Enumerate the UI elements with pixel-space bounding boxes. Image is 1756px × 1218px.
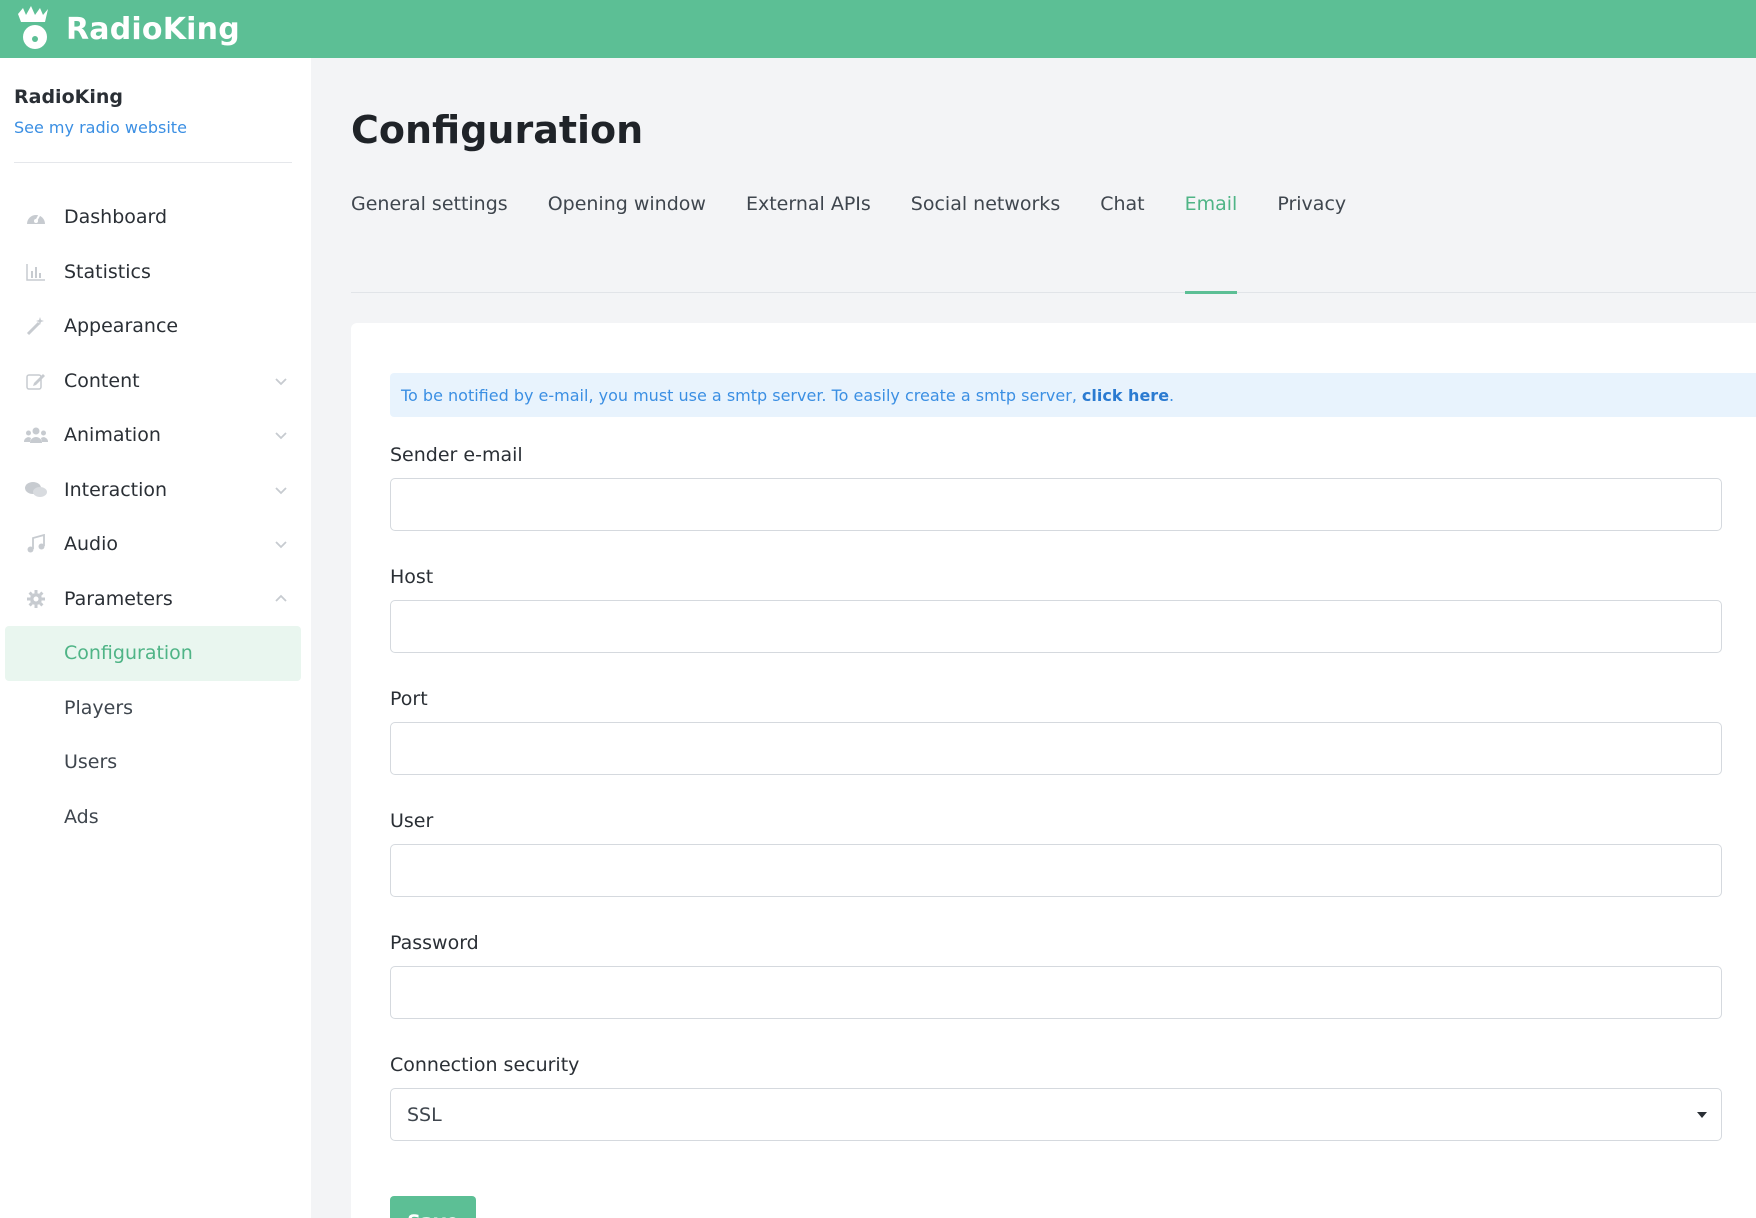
sidebar-nav: Dashboard Statistics Appearance Content (0, 190, 311, 844)
people-icon (24, 423, 48, 447)
click-here-link[interactable]: click here (1082, 386, 1169, 405)
tab-social-networks[interactable]: Social networks (911, 192, 1060, 293)
tab-chat[interactable]: Chat (1100, 192, 1144, 293)
chevron-up-icon (275, 594, 287, 602)
chart-icon (24, 260, 48, 284)
tab-general-settings[interactable]: General settings (351, 192, 508, 293)
chat-icon (24, 478, 48, 502)
host-label: Host (390, 566, 434, 588)
magic-wand-icon (24, 314, 48, 338)
sidebar-subitem-users[interactable]: Users (0, 735, 311, 790)
see-radio-website-link[interactable]: See my radio website (14, 118, 187, 137)
radioking-logo-icon[interactable] (14, 4, 54, 54)
chevron-down-icon (275, 378, 287, 386)
connection-security-label: Connection security (390, 1054, 580, 1076)
sender-email-input[interactable] (390, 478, 1722, 531)
tab-label: General settings (351, 193, 508, 215)
tab-label: Social networks (910, 193, 1061, 215)
chevron-down-icon (275, 487, 287, 495)
caret-down-icon (1697, 1111, 1707, 1118)
sidebar-item-content[interactable]: Content (0, 354, 311, 409)
select-value: SSL (407, 1103, 442, 1126)
smtp-notice: To be notified by e-mail, you must use a… (390, 373, 1756, 417)
port-label: Port (390, 688, 428, 710)
user-input[interactable] (390, 844, 1722, 897)
connection-security-select[interactable]: SSL (390, 1088, 1722, 1141)
tab-label: Opening window (547, 193, 706, 215)
sender-email-label: Sender e-mail (390, 444, 523, 466)
password-label: Password (390, 932, 479, 954)
tab-email[interactable]: Email (1184, 192, 1238, 294)
sidebar-item-label: Statistics (64, 260, 151, 283)
user-label: User (390, 810, 434, 832)
top-bar: RadioKing (0, 0, 1756, 58)
config-tabs: General settings Opening window External… (351, 192, 1756, 294)
password-input[interactable] (390, 966, 1722, 1019)
sidebar-item-label: Interaction (64, 478, 168, 501)
page-title: Configuration (351, 108, 644, 152)
tab-privacy[interactable]: Privacy (1277, 192, 1346, 293)
brand-name[interactable]: RadioKing (66, 12, 240, 47)
main-content: Configuration General settings Opening w… (311, 58, 1756, 1218)
sidebar-divider (14, 162, 292, 163)
tab-opening-window[interactable]: Opening window (548, 192, 706, 293)
sidebar-item-label: Appearance (64, 315, 179, 338)
notice-text: To be notified by e-mail, you must use a… (401, 385, 1077, 405)
edit-icon (24, 369, 48, 393)
sidebar-item-label: Dashboard (64, 206, 168, 229)
sidebar-item-dashboard[interactable]: Dashboard (0, 190, 311, 245)
sidebar-subitem-configuration[interactable]: Configuration (5, 626, 301, 681)
chevron-down-icon (275, 432, 287, 440)
tab-label: Email (1184, 193, 1238, 215)
port-input[interactable] (390, 722, 1722, 775)
sidebar-item-label: Audio (64, 533, 119, 556)
sidebar-item-label: Animation (64, 424, 161, 447)
sidebar: RadioKing See my radio website Dashboard… (0, 58, 311, 1218)
music-icon (24, 532, 48, 556)
sidebar-item-label: Content (64, 369, 140, 392)
sidebar-item-audio[interactable]: Audio (0, 517, 311, 572)
notice-end: . (1169, 385, 1175, 405)
tab-external-apis[interactable]: External APIs (746, 192, 871, 293)
sidebar-item-statistics[interactable]: Statistics (0, 245, 311, 300)
sidebar-subitem-players[interactable]: Players (0, 681, 311, 736)
sidebar-subitem-ads[interactable]: Ads (0, 790, 311, 845)
sidebar-item-parameters[interactable]: Parameters (0, 572, 311, 627)
sidebar-item-animation[interactable]: Animation (0, 408, 311, 463)
tab-label: External APIs (745, 193, 871, 215)
gear-icon (24, 587, 48, 611)
dashboard-icon (24, 205, 48, 229)
sidebar-item-appearance[interactable]: Appearance (0, 299, 311, 354)
email-settings-card: To be notified by e-mail, you must use a… (351, 323, 1756, 1218)
chevron-down-icon (275, 541, 287, 549)
save-button[interactable]: Save (390, 1196, 476, 1218)
tab-label: Chat (1100, 193, 1145, 215)
sidebar-item-label: Parameters (64, 587, 173, 610)
host-input[interactable] (390, 600, 1722, 653)
radio-name: RadioKing (14, 86, 123, 108)
tab-label: Privacy (1277, 193, 1347, 215)
sidebar-item-interaction[interactable]: Interaction (0, 463, 311, 518)
